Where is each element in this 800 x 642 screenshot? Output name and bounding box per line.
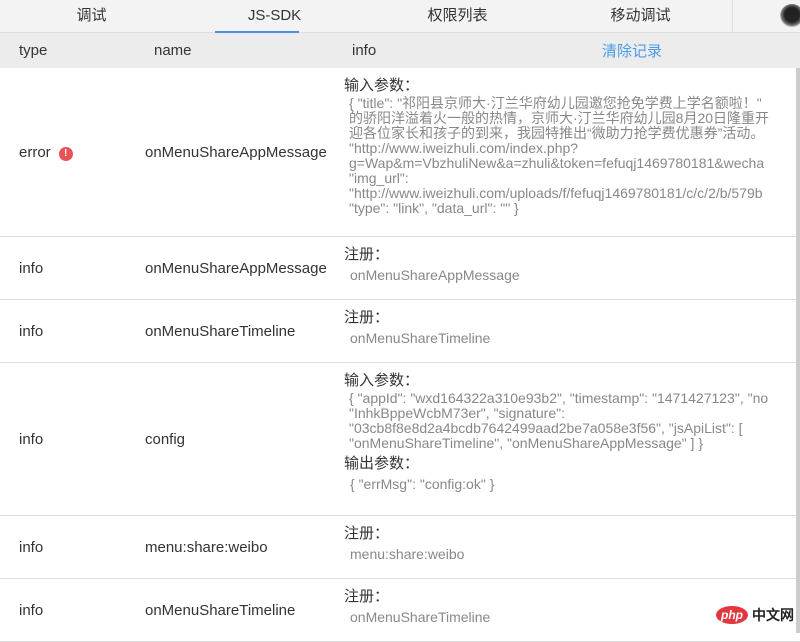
log-name: onMenuShareTimeline xyxy=(145,601,296,619)
info-line: g=Wap&m=VbzhuliNew&a=zhuli&token=fefuqj1… xyxy=(349,155,765,171)
info-line: onMenuShareAppMessage xyxy=(350,267,520,283)
tab-js-sdk[interactable]: JS-SDK xyxy=(183,0,366,33)
log-type: info xyxy=(19,323,43,340)
info-label: 输入参数： xyxy=(344,372,420,389)
type-label: info xyxy=(19,322,44,340)
info-line: 的骄阳洋溢着火一般的热情，京师大·汀兰华府幼儿园8月20日隆重开 xyxy=(349,110,770,126)
tab-debug[interactable]: 调试 xyxy=(0,0,183,32)
info-label: 输出参数： xyxy=(344,455,420,472)
table-row: info config 输入参数：{ "appId": "wxd164322a310… xyxy=(0,363,800,516)
info-line: "InhkBppeWcbM73er", "signature": xyxy=(349,405,565,421)
info-line: menu:share:weibo xyxy=(350,546,465,562)
table-header: type name info 清除记录 xyxy=(0,33,800,68)
tab-bar: 调试 JS-SDK 权限列表 移动调试 xyxy=(0,0,800,33)
type-label: info xyxy=(19,430,44,448)
info-line: "img_url": xyxy=(349,170,409,186)
log-type: info xyxy=(19,602,43,619)
log-type: info xyxy=(19,260,43,277)
column-type: type xyxy=(19,42,48,59)
log-list: error! onMenuShareAppMessage 输入参数：{ "title… xyxy=(0,68,800,642)
info-line: { "appId": "wxd164322a310e93b2", "timest… xyxy=(349,390,769,406)
info-line: { "errMsg": "config:ok" } xyxy=(350,476,495,492)
log-info: 输入参数：{ "title": "祁阳县京师大·汀兰华府幼儿园邀您抢免学费上学名… xyxy=(344,76,800,216)
log-type: info xyxy=(19,539,43,556)
info-label: 注册： xyxy=(344,588,390,605)
table-row: info menu:share:weibo 注册： menu:share:weibo xyxy=(0,516,800,579)
type-label: info xyxy=(19,538,44,556)
log-info: 注册： menu:share:weibo xyxy=(344,524,800,564)
scrollbar[interactable] xyxy=(796,68,800,633)
error-icon: ! xyxy=(58,146,73,161)
type-label: info xyxy=(19,601,44,619)
tab-mobile-debug[interactable]: 移动调试 xyxy=(549,0,732,32)
tab-permissions[interactable]: 权限列表 xyxy=(366,0,549,32)
avatar[interactable] xyxy=(780,4,800,28)
log-info: 注册： onMenuShareTimeline xyxy=(344,308,800,348)
type-label: error xyxy=(19,143,51,161)
info-line: "http://www.iweizhuli.com/uploads/f/fefu… xyxy=(349,185,763,201)
info-line: 迎各位家长和孩子的到来，我园特推出“微助力抢学费优惠券”活动。 xyxy=(349,125,765,141)
info-line: "03cb8f8e8d2a4bcdb7642499aad2be7a058e3f5… xyxy=(349,420,743,436)
info-label: 注册： xyxy=(344,246,390,263)
log-name: onMenuShareAppMessage xyxy=(145,143,327,161)
type-label: info xyxy=(19,259,44,277)
log-name: onMenuShareAppMessage xyxy=(145,259,327,277)
log-info: 输入参数：{ "appId": "wxd164322a310e93b2", "t… xyxy=(344,371,800,494)
log-type: info xyxy=(19,431,43,448)
table-row: info onMenuShareAppMessage 注册： onMenuShareA… xyxy=(0,237,800,300)
clear-log-button[interactable]: 清除记录 xyxy=(602,40,662,61)
info-line: "http://www.iweizhuli.com/index.php? xyxy=(349,140,579,156)
info-label: 注册： xyxy=(344,309,390,326)
column-name: name xyxy=(154,42,192,59)
watermark-logo: php 中文网 xyxy=(716,605,794,625)
log-name: menu:share:weibo xyxy=(145,538,268,556)
table-row: info onMenuShareTimeline 注册： onMenuShareTim… xyxy=(0,300,800,363)
info-line: "type": "link", "data_url": "" } xyxy=(349,200,519,216)
info-line: onMenuShareTimeline xyxy=(350,330,491,346)
divider xyxy=(732,0,733,33)
info-line: { "title": "祁阳县京师大·汀兰华府幼儿园邀您抢免学费上学名额啦！" xyxy=(349,95,762,111)
column-info: info xyxy=(352,42,377,59)
info-label: 输入参数： xyxy=(344,77,420,94)
info-label: 注册： xyxy=(344,525,390,542)
table-row: error! onMenuShareAppMessage 输入参数：{ "title… xyxy=(0,68,800,237)
log-info: 注册： onMenuShareAppMessage xyxy=(344,245,800,285)
log-type: error! xyxy=(19,144,73,161)
log-name: config xyxy=(145,430,186,448)
log-name: onMenuShareTimeline xyxy=(145,322,296,340)
info-line: "onMenuShareTimeline", "onMenuShareAppMe… xyxy=(349,435,704,451)
